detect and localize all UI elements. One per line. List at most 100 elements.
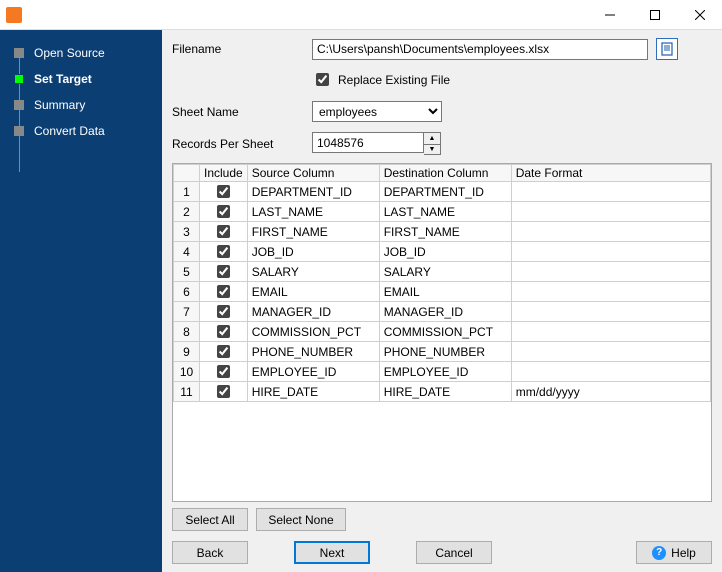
include-checkbox[interactable]	[217, 305, 230, 318]
table-row[interactable]: 8COMMISSION_PCTCOMMISSION_PCT	[174, 322, 711, 342]
titlebar	[0, 0, 722, 30]
include-checkbox[interactable]	[217, 225, 230, 238]
date-format-cell[interactable]	[511, 222, 710, 242]
col-dest-header[interactable]: Destination Column	[379, 165, 511, 182]
row-number: 3	[174, 222, 200, 242]
spin-up-button[interactable]: ▲	[424, 133, 440, 144]
table-row[interactable]: 4JOB_IDJOB_ID	[174, 242, 711, 262]
row-number: 11	[174, 382, 200, 402]
select-none-button[interactable]: Select None	[256, 508, 346, 531]
sheet-name-select[interactable]: employees	[312, 101, 442, 122]
cancel-button[interactable]: Cancel	[416, 541, 492, 564]
spin-down-button[interactable]: ▼	[424, 144, 440, 155]
include-checkbox[interactable]	[217, 365, 230, 378]
column-grid: Include Source Column Destination Column…	[172, 163, 712, 502]
table-row[interactable]: 9 PHONE_NUMBERPHONE_NUMBER	[174, 342, 711, 362]
dest-column-cell[interactable]: SALARY	[379, 262, 511, 282]
row-number: 1	[174, 182, 200, 202]
source-column-cell[interactable]: JOB_ID	[247, 242, 379, 262]
date-format-cell[interactable]	[511, 322, 710, 342]
sidebar-item-summary[interactable]: Summary	[0, 92, 162, 118]
source-column-cell[interactable]: FIRST_NAME	[247, 222, 379, 242]
dest-column-cell[interactable]: HIRE_DATE	[379, 382, 511, 402]
source-column-cell[interactable]: COMMISSION_PCT	[247, 322, 379, 342]
include-checkbox[interactable]	[217, 265, 230, 278]
col-source-header[interactable]: Source Column	[247, 165, 379, 182]
next-button[interactable]: Next	[294, 541, 370, 564]
sidebar-item-label: Set Target	[34, 72, 92, 86]
include-checkbox[interactable]	[217, 325, 230, 338]
date-format-cell[interactable]	[511, 202, 710, 222]
date-format-cell[interactable]	[511, 302, 710, 322]
include-checkbox[interactable]	[217, 245, 230, 258]
help-button[interactable]: ? Help	[636, 541, 712, 564]
sidebar-item-convert-data[interactable]: Convert Data	[0, 118, 162, 144]
include-checkbox[interactable]	[217, 205, 230, 218]
sidebar-item-label: Summary	[34, 98, 85, 112]
source-column-cell[interactable]: EMAIL	[247, 282, 379, 302]
replace-existing-checkbox[interactable]	[316, 73, 329, 86]
dest-column-cell[interactable]: MANAGER_ID	[379, 302, 511, 322]
dest-column-cell[interactable]: EMAIL	[379, 282, 511, 302]
records-per-sheet-input[interactable]	[312, 132, 424, 153]
table-row[interactable]: 5SALARYSALARY	[174, 262, 711, 282]
date-format-cell[interactable]	[511, 362, 710, 382]
table-row[interactable]: 1 DEPARTMENT_IDDEPARTMENT_ID	[174, 182, 711, 202]
dest-column-cell[interactable]: LAST_NAME	[379, 202, 511, 222]
back-button[interactable]: Back	[172, 541, 248, 564]
step-node-icon	[14, 74, 24, 84]
table-row[interactable]: 6EMAILEMAIL	[174, 282, 711, 302]
source-column-cell[interactable]: LAST_NAME	[247, 202, 379, 222]
select-all-button[interactable]: Select All	[172, 508, 248, 531]
dest-column-cell[interactable]: PHONE_NUMBER	[379, 342, 511, 362]
date-format-cell[interactable]: mm/dd/yyyy	[511, 382, 710, 402]
table-row[interactable]: 11HIRE_DATEHIRE_DATEmm/dd/yyyy	[174, 382, 711, 402]
col-include-header[interactable]: Include	[200, 165, 248, 182]
source-column-cell[interactable]: PHONE_NUMBER	[247, 342, 379, 362]
dest-column-cell[interactable]: JOB_ID	[379, 242, 511, 262]
source-column-cell[interactable]: EMPLOYEE_ID	[247, 362, 379, 382]
step-node-icon	[14, 100, 24, 110]
minimize-icon	[605, 10, 615, 20]
include-checkbox[interactable]	[217, 345, 230, 358]
source-column-cell[interactable]: MANAGER_ID	[247, 302, 379, 322]
filename-input[interactable]	[312, 39, 648, 60]
include-checkbox[interactable]	[217, 185, 230, 198]
browse-button[interactable]	[656, 38, 678, 60]
source-column-cell[interactable]: HIRE_DATE	[247, 382, 379, 402]
dest-column-cell[interactable]: FIRST_NAME	[379, 222, 511, 242]
table-row[interactable]: 10EMPLOYEE_IDEMPLOYEE_ID	[174, 362, 711, 382]
row-number: 9	[174, 342, 200, 362]
table-row[interactable]: 7MANAGER_IDMANAGER_ID	[174, 302, 711, 322]
date-format-cell[interactable]	[511, 262, 710, 282]
table-row[interactable]: 2 LAST_NAMELAST_NAME	[174, 202, 711, 222]
include-checkbox[interactable]	[217, 285, 230, 298]
sidebar-item-open-source[interactable]: Open Source	[0, 40, 162, 66]
dest-column-cell[interactable]: EMPLOYEE_ID	[379, 362, 511, 382]
include-checkbox[interactable]	[217, 385, 230, 398]
dest-column-cell[interactable]: DEPARTMENT_ID	[379, 182, 511, 202]
source-column-cell[interactable]: SALARY	[247, 262, 379, 282]
date-format-cell[interactable]	[511, 282, 710, 302]
date-format-cell[interactable]	[511, 182, 710, 202]
row-number: 2	[174, 202, 200, 222]
records-per-sheet-label: Records Per Sheet	[172, 137, 312, 151]
main-panel: Filename Replace Existing File Sheet Nam…	[162, 30, 722, 572]
help-label: Help	[671, 546, 696, 560]
step-node-icon	[14, 126, 24, 136]
records-per-sheet-spinner: ▲ ▼	[312, 132, 441, 155]
maximize-button[interactable]	[632, 0, 677, 30]
sidebar-item-set-target[interactable]: Set Target	[0, 66, 162, 92]
date-format-cell[interactable]	[511, 342, 710, 362]
step-node-icon	[14, 48, 24, 58]
help-icon: ?	[652, 546, 666, 560]
close-button[interactable]	[677, 0, 722, 30]
replace-existing-label: Replace Existing File	[338, 73, 450, 87]
dest-column-cell[interactable]: COMMISSION_PCT	[379, 322, 511, 342]
source-column-cell[interactable]: DEPARTMENT_ID	[247, 182, 379, 202]
minimize-button[interactable]	[587, 0, 632, 30]
date-format-cell[interactable]	[511, 242, 710, 262]
col-format-header[interactable]: Date Format	[511, 165, 710, 182]
sidebar: Open Source Set Target Summary Convert D…	[0, 30, 162, 572]
table-row[interactable]: 3 FIRST_NAMEFIRST_NAME	[174, 222, 711, 242]
